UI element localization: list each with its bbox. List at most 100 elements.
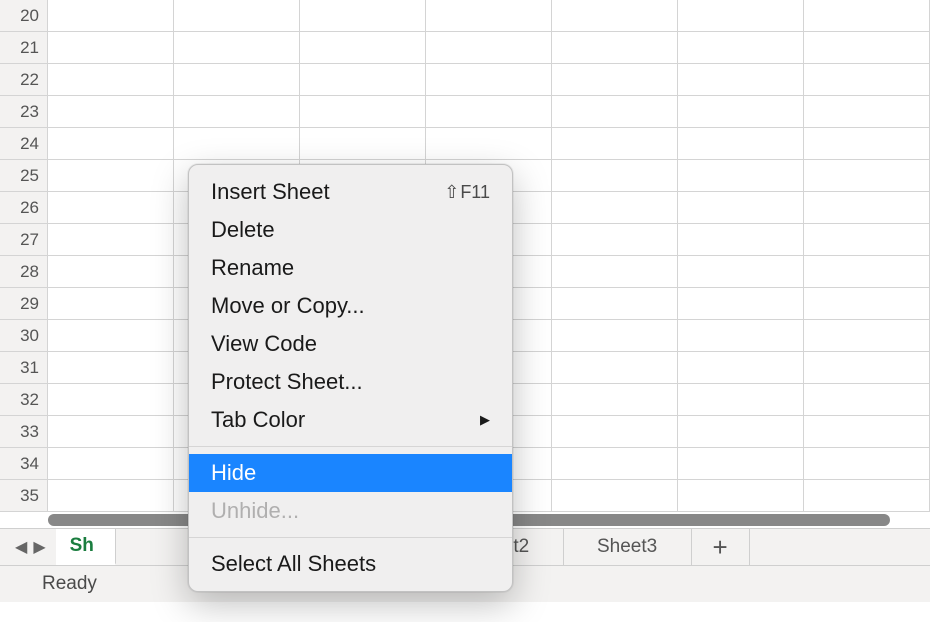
cell[interactable] xyxy=(678,0,804,31)
cell[interactable] xyxy=(804,192,930,223)
cell[interactable] xyxy=(552,480,678,511)
menu-rename[interactable]: Rename xyxy=(189,249,512,287)
nav-prev-icon[interactable]: ◀ xyxy=(15,537,27,557)
cell[interactable] xyxy=(48,448,174,479)
cell[interactable] xyxy=(552,416,678,447)
cell[interactable] xyxy=(678,128,804,159)
cell[interactable] xyxy=(174,0,300,31)
cell[interactable] xyxy=(804,96,930,127)
cell[interactable] xyxy=(300,64,426,95)
cell[interactable] xyxy=(174,96,300,127)
row-header[interactable]: 26 xyxy=(0,192,48,223)
cell[interactable] xyxy=(552,384,678,415)
cell[interactable] xyxy=(804,288,930,319)
cell[interactable] xyxy=(678,288,804,319)
menu-view-code[interactable]: View Code xyxy=(189,325,512,363)
cell[interactable] xyxy=(804,480,930,511)
cell[interactable] xyxy=(552,352,678,383)
cell[interactable] xyxy=(552,448,678,479)
cell[interactable] xyxy=(678,96,804,127)
cell[interactable] xyxy=(804,320,930,351)
cell[interactable] xyxy=(552,0,678,31)
row-header[interactable]: 27 xyxy=(0,224,48,255)
cell[interactable] xyxy=(552,64,678,95)
cell[interactable] xyxy=(804,352,930,383)
cell[interactable] xyxy=(552,288,678,319)
cell[interactable] xyxy=(804,448,930,479)
row-header[interactable]: 24 xyxy=(0,128,48,159)
cell[interactable] xyxy=(678,32,804,63)
row-header[interactable]: 29 xyxy=(0,288,48,319)
cell[interactable] xyxy=(678,416,804,447)
cell[interactable] xyxy=(552,128,678,159)
cell[interactable] xyxy=(552,192,678,223)
cell[interactable] xyxy=(48,128,174,159)
cell[interactable] xyxy=(552,256,678,287)
cell[interactable] xyxy=(678,224,804,255)
row-header[interactable]: 25 xyxy=(0,160,48,191)
row-header[interactable]: 21 xyxy=(0,32,48,63)
cell[interactable] xyxy=(174,64,300,95)
cell[interactable] xyxy=(678,448,804,479)
menu-tab-color[interactable]: Tab Color ▶ xyxy=(189,401,512,439)
cell[interactable] xyxy=(804,416,930,447)
cell[interactable] xyxy=(678,64,804,95)
cell[interactable] xyxy=(48,256,174,287)
row-header[interactable]: 31 xyxy=(0,352,48,383)
cell[interactable] xyxy=(678,480,804,511)
cell[interactable] xyxy=(48,96,174,127)
cell[interactable] xyxy=(552,320,678,351)
row-header[interactable]: 33 xyxy=(0,416,48,447)
cell[interactable] xyxy=(48,416,174,447)
row-header[interactable]: 32 xyxy=(0,384,48,415)
menu-protect-sheet[interactable]: Protect Sheet... xyxy=(189,363,512,401)
cell[interactable] xyxy=(552,160,678,191)
row-header[interactable]: 30 xyxy=(0,320,48,351)
cell[interactable] xyxy=(678,192,804,223)
cell[interactable] xyxy=(552,32,678,63)
menu-move-or-copy[interactable]: Move or Copy... xyxy=(189,287,512,325)
cell[interactable] xyxy=(300,128,426,159)
menu-select-all-sheets[interactable]: Select All Sheets xyxy=(189,545,512,583)
cell[interactable] xyxy=(678,352,804,383)
cell[interactable] xyxy=(426,64,552,95)
cell[interactable] xyxy=(174,128,300,159)
cell[interactable] xyxy=(300,32,426,63)
cell[interactable] xyxy=(48,32,174,63)
cell[interactable] xyxy=(804,256,930,287)
menu-insert-sheet[interactable]: Insert Sheet ⇧ F11 xyxy=(189,173,512,211)
sheet-tab[interactable]: Sheet3 xyxy=(564,529,692,565)
add-sheet-button[interactable]: + xyxy=(692,529,750,565)
cell[interactable] xyxy=(804,224,930,255)
cell[interactable] xyxy=(300,96,426,127)
cell[interactable] xyxy=(48,352,174,383)
cell[interactable] xyxy=(426,128,552,159)
cell[interactable] xyxy=(48,160,174,191)
cell[interactable] xyxy=(48,384,174,415)
cell[interactable] xyxy=(48,224,174,255)
cell[interactable] xyxy=(804,160,930,191)
cell[interactable] xyxy=(678,256,804,287)
row-header[interactable]: 34 xyxy=(0,448,48,479)
cell[interactable] xyxy=(804,64,930,95)
cell[interactable] xyxy=(804,384,930,415)
nav-next-icon[interactable]: ▶ xyxy=(33,537,45,557)
row-header[interactable]: 20 xyxy=(0,0,48,31)
row-header[interactable]: 28 xyxy=(0,256,48,287)
cell[interactable] xyxy=(48,320,174,351)
cell[interactable] xyxy=(804,0,930,31)
cell[interactable] xyxy=(678,384,804,415)
cell[interactable] xyxy=(552,224,678,255)
menu-hide[interactable]: Hide xyxy=(189,454,512,492)
cell[interactable] xyxy=(426,96,552,127)
cell[interactable] xyxy=(804,128,930,159)
row-header[interactable]: 35 xyxy=(0,480,48,511)
cell[interactable] xyxy=(804,32,930,63)
sheet-tab-active[interactable]: Sh xyxy=(56,529,116,565)
row-header[interactable]: 23 xyxy=(0,96,48,127)
cell[interactable] xyxy=(48,0,174,31)
cell[interactable] xyxy=(426,32,552,63)
cell[interactable] xyxy=(48,288,174,319)
cell[interactable] xyxy=(678,320,804,351)
row-header[interactable]: 22 xyxy=(0,64,48,95)
